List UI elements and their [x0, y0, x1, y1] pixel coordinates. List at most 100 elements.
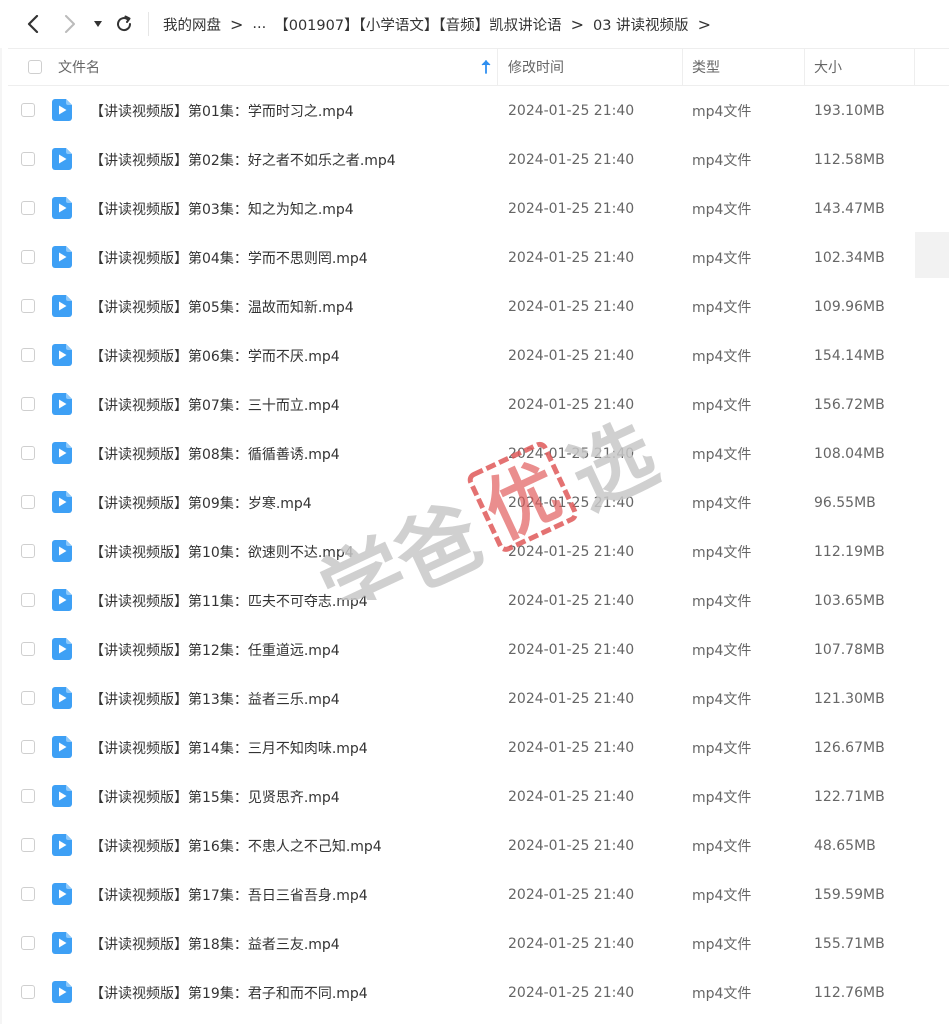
video-file-icon [52, 589, 72, 611]
file-size: 112.19MB [814, 543, 885, 560]
file-type: mp4文件 [692, 348, 752, 365]
table-row[interactable]: 【讲读视频版】第02集：好之者不如乐之者.mp4 2024-01-25 21:4… [8, 135, 949, 184]
file-size: 121.30MB [814, 690, 885, 707]
table-row[interactable]: 【讲读视频版】第08集：循循善诱.mp4 2024-01-25 21:40 mp… [8, 429, 949, 478]
video-file-icon [52, 883, 72, 905]
select-all-checkbox[interactable] [28, 60, 42, 74]
back-arrow-icon[interactable] [21, 12, 45, 36]
file-name[interactable]: 【讲读视频版】第03集：知之为知之.mp4 [90, 184, 354, 233]
left-edge [0, 48, 2, 1024]
file-name[interactable]: 【讲读视频版】第19集：君子和而不同.mp4 [90, 968, 368, 1017]
file-type: mp4文件 [692, 789, 752, 806]
nav-divider [148, 12, 149, 36]
file-name[interactable]: 【讲读视频版】第06集：学而不厌.mp4 [90, 331, 340, 380]
column-separator[interactable] [914, 49, 915, 85]
table-row[interactable]: 【讲读视频版】第05集：温故而知新.mp4 2024-01-25 21:40 m… [8, 282, 949, 331]
table-row[interactable]: 【讲读视频版】第03集：知之为知之.mp4 2024-01-25 21:40 m… [8, 184, 949, 233]
file-name[interactable]: 【讲读视频版】第02集：好之者不如乐之者.mp4 [90, 135, 396, 184]
file-name[interactable]: 【讲读视频版】第14集：三月不知肉味.mp4 [90, 723, 368, 772]
file-modified-time: 2024-01-25 21:40 [508, 102, 635, 119]
table-row[interactable]: 【讲读视频版】第13集：益者三乐.mp4 2024-01-25 21:40 mp… [8, 674, 949, 723]
row-checkbox[interactable] [21, 299, 35, 313]
row-checkbox[interactable] [21, 936, 35, 950]
row-checkbox[interactable] [21, 201, 35, 215]
row-checkbox[interactable] [21, 348, 35, 362]
file-type: mp4文件 [692, 740, 752, 757]
row-checkbox[interactable] [21, 593, 35, 607]
file-name[interactable]: 【讲读视频版】第15集：见贤思齐.mp4 [90, 772, 340, 821]
row-checkbox[interactable] [21, 838, 35, 852]
navigation-bar: 我的网盘 > ... 【001907】【小学语文】【音频】凯叔讲论语 > 03 … [0, 0, 949, 48]
row-checkbox[interactable] [21, 740, 35, 754]
file-size: 143.47MB [814, 200, 885, 217]
file-size: 107.78MB [814, 641, 885, 658]
forward-arrow-icon[interactable] [58, 12, 82, 36]
row-checkbox[interactable] [21, 887, 35, 901]
file-name[interactable]: 【讲读视频版】第16集：不患人之不己知.mp4 [90, 821, 382, 870]
row-checkbox[interactable] [21, 397, 35, 411]
file-type: mp4文件 [692, 152, 752, 169]
row-checkbox[interactable] [21, 642, 35, 656]
file-name[interactable]: 【讲读视频版】第11集：匹夫不可夺志.mp4 [90, 576, 368, 625]
table-row[interactable]: 【讲读视频版】第15集：见贤思齐.mp4 2024-01-25 21:40 mp… [8, 772, 949, 821]
breadcrumb-separator: > [697, 14, 711, 34]
row-checkbox[interactable] [21, 250, 35, 264]
table-row[interactable]: 【讲读视频版】第06集：学而不厌.mp4 2024-01-25 21:40 mp… [8, 331, 949, 380]
file-modified-time: 2024-01-25 21:40 [508, 935, 635, 952]
row-checkbox[interactable] [21, 691, 35, 705]
breadcrumb-item-current[interactable]: 03 讲读视频版 [593, 14, 689, 35]
column-separator[interactable] [682, 49, 683, 85]
table-row[interactable]: 【讲读视频版】第07集：三十而立.mp4 2024-01-25 21:40 mp… [8, 380, 949, 429]
video-file-icon [52, 638, 72, 660]
file-name[interactable]: 【讲读视频版】第07集：三十而立.mp4 [90, 380, 340, 429]
row-checkbox[interactable] [21, 789, 35, 803]
file-type: mp4文件 [692, 495, 752, 512]
file-name[interactable]: 【讲读视频版】第17集：吾日三省吾身.mp4 [90, 870, 368, 919]
table-row[interactable]: 【讲读视频版】第10集：欲速则不达.mp4 2024-01-25 21:40 m… [8, 527, 949, 576]
dropdown-triangle-icon[interactable] [88, 12, 108, 36]
breadcrumb-item-parent[interactable]: 【001907】【小学语文】【音频】凯叔讲论语 [274, 14, 561, 35]
file-name[interactable]: 【讲读视频版】第18集：益者三友.mp4 [90, 919, 340, 968]
file-name[interactable]: 【讲读视频版】第08集：循循善诱.mp4 [90, 429, 340, 478]
table-row[interactable]: 【讲读视频版】第19集：君子和而不同.mp4 2024-01-25 21:40 … [8, 968, 949, 1017]
file-size: 154.14MB [814, 347, 885, 364]
file-name[interactable]: 【讲读视频版】第09集：岁寒.mp4 [90, 478, 312, 527]
file-name[interactable]: 【讲读视频版】第10集：欲速则不达.mp4 [90, 527, 354, 576]
table-row[interactable]: 【讲读视频版】第04集：学而不思则罔.mp4 2024-01-25 21:40 … [8, 233, 949, 282]
column-separator[interactable] [804, 49, 805, 85]
file-modified-time: 2024-01-25 21:40 [508, 151, 635, 168]
file-name[interactable]: 【讲读视频版】第13集：益者三乐.mp4 [90, 674, 340, 723]
file-size: 193.10MB [814, 102, 885, 119]
video-file-icon [52, 491, 72, 513]
row-checkbox[interactable] [21, 152, 35, 166]
row-checkbox[interactable] [21, 103, 35, 117]
table-row[interactable]: 【讲读视频版】第16集：不患人之不己知.mp4 2024-01-25 21:40… [8, 821, 949, 870]
header-filename[interactable]: 文件名 [58, 49, 100, 85]
sort-ascending-icon[interactable] [480, 60, 492, 74]
file-name[interactable]: 【讲读视频版】第12集：任重道远.mp4 [90, 625, 340, 674]
table-row[interactable]: 【讲读视频版】第11集：匹夫不可夺志.mp4 2024-01-25 21:40 … [8, 576, 949, 625]
table-row[interactable]: 【讲读视频版】第01集：学而时习之.mp4 2024-01-25 21:40 m… [8, 86, 949, 135]
scrollbar-thumb[interactable] [915, 232, 949, 278]
refresh-icon[interactable] [112, 12, 136, 36]
table-row[interactable]: 【讲读视频版】第17集：吾日三省吾身.mp4 2024-01-25 21:40 … [8, 870, 949, 919]
breadcrumb-item-ellipsis[interactable]: ... [252, 16, 266, 32]
header-type[interactable]: 类型 [692, 49, 720, 85]
file-name[interactable]: 【讲读视频版】第04集：学而不思则罔.mp4 [90, 233, 368, 282]
header-modified[interactable]: 修改时间 [508, 49, 564, 85]
file-name[interactable]: 【讲读视频版】第05集：温故而知新.mp4 [90, 282, 354, 331]
column-separator[interactable] [497, 49, 498, 85]
header-size[interactable]: 大小 [814, 49, 842, 85]
row-checkbox[interactable] [21, 544, 35, 558]
row-checkbox[interactable] [21, 446, 35, 460]
table-row[interactable]: 【讲读视频版】第14集：三月不知肉味.mp4 2024-01-25 21:40 … [8, 723, 949, 772]
table-row[interactable]: 【讲读视频版】第09集：岁寒.mp4 2024-01-25 21:40 mp4文… [8, 478, 949, 527]
table-row[interactable]: 【讲读视频版】第12集：任重道远.mp4 2024-01-25 21:40 mp… [8, 625, 949, 674]
file-modified-time: 2024-01-25 21:40 [508, 200, 635, 217]
breadcrumb-item-root[interactable]: 我的网盘 [163, 14, 221, 35]
row-checkbox[interactable] [21, 985, 35, 999]
table-row[interactable]: 【讲读视频版】第18集：益者三友.mp4 2024-01-25 21:40 mp… [8, 919, 949, 968]
file-name[interactable]: 【讲读视频版】第01集：学而时习之.mp4 [90, 86, 354, 135]
video-file-icon [52, 736, 72, 758]
row-checkbox[interactable] [21, 495, 35, 509]
